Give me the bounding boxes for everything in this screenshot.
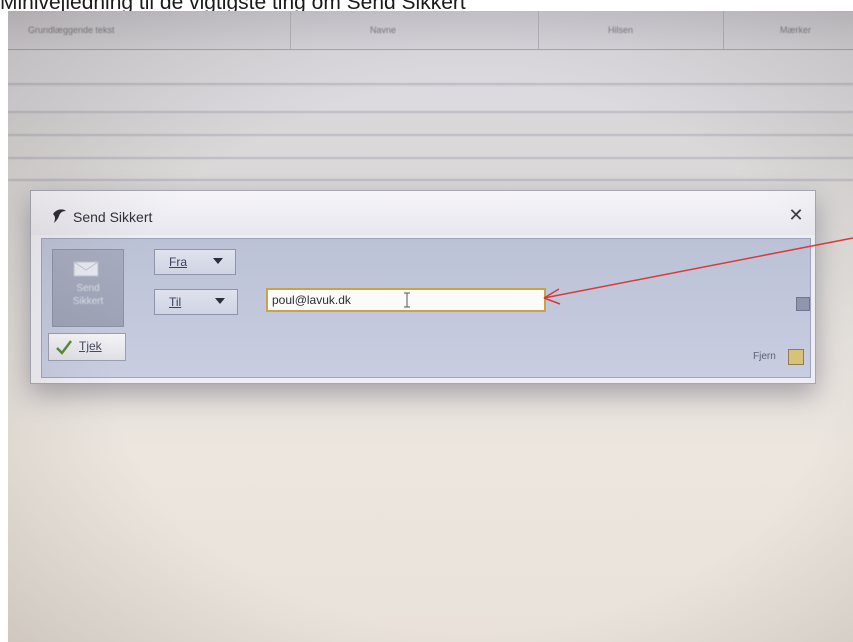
close-icon[interactable]: ✕ bbox=[784, 204, 808, 226]
action-panel: Send Sikkert Tjek bbox=[46, 243, 142, 373]
tjek-button[interactable]: Tjek bbox=[48, 333, 126, 361]
send-sikkert-button[interactable]: Send Sikkert bbox=[52, 249, 124, 327]
dialog-titlebar: Send Sikkert ✕ bbox=[31, 191, 815, 235]
table-row[interactable] bbox=[8, 51, 853, 85]
tjek-label: Tjek bbox=[79, 339, 102, 353]
table-column-header: Grundlæggende tekst Navne Hilsen Mærker bbox=[8, 11, 853, 50]
checkmark-icon bbox=[56, 340, 72, 355]
column-header-maerker[interactable]: Mærker bbox=[780, 19, 846, 41]
dialog-body: Send Sikkert Tjek Fra Til poul@lavuk.dk bbox=[41, 238, 811, 378]
row-divider bbox=[8, 179, 853, 181]
fjern-label[interactable]: Fjern bbox=[753, 351, 776, 362]
dialog-title: Send Sikkert bbox=[73, 209, 153, 225]
column-header-grundlaeggende[interactable]: Grundlæggende tekst bbox=[28, 19, 188, 41]
table-row[interactable] bbox=[8, 87, 853, 113]
row-divider bbox=[8, 157, 853, 159]
til-label: Til bbox=[169, 295, 182, 309]
row-divider bbox=[8, 83, 853, 85]
column-separator bbox=[538, 11, 539, 49]
caret-down-icon bbox=[213, 258, 223, 264]
column-separator bbox=[290, 11, 291, 49]
send-sikkert-label: Send Sikkert bbox=[72, 283, 104, 307]
recipient-input[interactable]: poul@lavuk.dk bbox=[266, 288, 546, 312]
send-sikkert-dialog: Send Sikkert ✕ Send Sikkert Tjek Fra Til… bbox=[30, 190, 816, 384]
recipient-value: poul@lavuk.dk bbox=[272, 293, 351, 307]
column-separator bbox=[723, 11, 724, 49]
fra-dropdown[interactable]: Fra bbox=[154, 249, 236, 275]
envelope-icon bbox=[73, 261, 99, 277]
side-button[interactable] bbox=[796, 297, 810, 311]
fra-label: Fra bbox=[169, 255, 187, 269]
screen-photo: Grundlæggende tekst Navne Hilsen Mærker … bbox=[8, 11, 853, 642]
caret-down-icon bbox=[215, 298, 225, 304]
row-divider bbox=[8, 134, 853, 136]
fjern-icon[interactable] bbox=[788, 349, 804, 365]
column-header-navne[interactable]: Navne bbox=[370, 19, 450, 41]
feather-icon bbox=[53, 209, 66, 223]
til-dropdown[interactable]: Til bbox=[154, 289, 238, 315]
text-cursor-icon bbox=[404, 292, 410, 308]
column-header-hilsen[interactable]: Hilsen bbox=[608, 19, 668, 41]
row-divider bbox=[8, 111, 853, 113]
